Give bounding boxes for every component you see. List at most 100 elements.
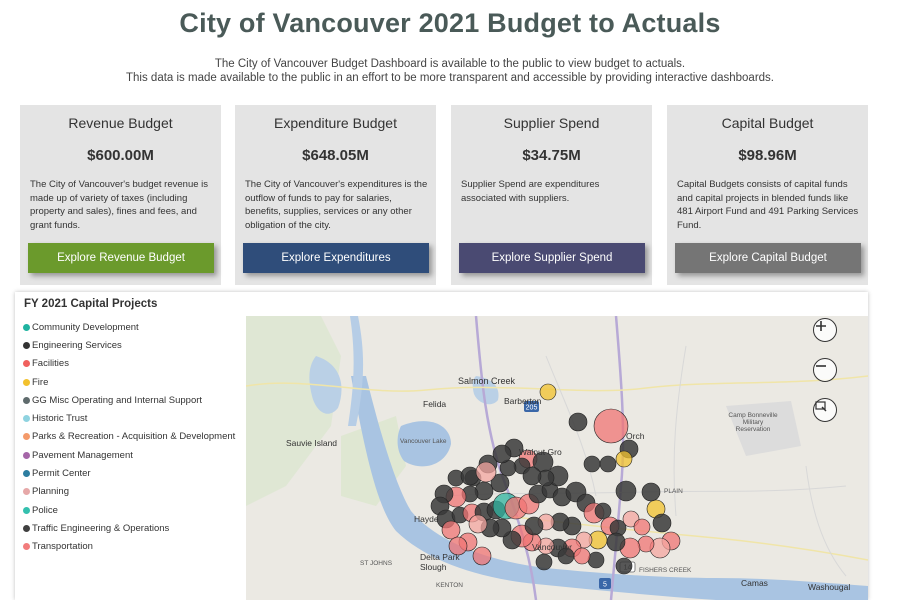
map-legend: Community Development Engineering Service… bbox=[23, 318, 248, 556]
explore-revenue-button[interactable]: Explore Revenue Budget bbox=[28, 243, 214, 273]
card-description: The City of Vancouver's expenditures is … bbox=[245, 179, 428, 231]
dashboard-page: City of Vancouver 2021 Budget to Actuals… bbox=[0, 0, 900, 600]
legend-dot-icon bbox=[23, 506, 30, 514]
legend-item[interactable]: Traffic Engineering & Operations bbox=[23, 519, 248, 537]
zoom-in-button[interactable] bbox=[813, 318, 837, 342]
project-bubble[interactable] bbox=[615, 557, 633, 575]
project-bubble[interactable] bbox=[594, 502, 612, 520]
legend-dot-icon bbox=[23, 396, 30, 404]
project-bubble[interactable] bbox=[468, 514, 488, 534]
subtitle-line-1: The City of Vancouver Budget Dashboard i… bbox=[214, 58, 686, 70]
place-salmon-creek: Salmon Creek bbox=[458, 376, 516, 386]
card-description: Capital Budgets consists of capital fund… bbox=[677, 179, 859, 231]
legend-dot-icon bbox=[23, 360, 30, 368]
legend-item[interactable]: Parks & Recreation - Acquisition & Devel… bbox=[23, 428, 248, 446]
legend-label: Pavement Management bbox=[32, 449, 133, 461]
project-bubble[interactable] bbox=[593, 408, 629, 444]
legend-item[interactable]: Community Development bbox=[23, 318, 248, 336]
capital-budget-card: Capital Budget $98.96M Capital Budgets c… bbox=[667, 105, 868, 285]
supplier-spend-card: Supplier Spend $34.75M Supplier Spend ar… bbox=[451, 105, 652, 285]
legend-item[interactable]: Fire bbox=[23, 373, 248, 391]
legend-label: Engineering Services bbox=[32, 339, 122, 351]
legend-item[interactable]: Permit Center bbox=[23, 464, 248, 482]
place-vancouver-lake: Vancouver Lake bbox=[400, 438, 447, 445]
project-bubble[interactable] bbox=[633, 518, 651, 536]
project-bubble[interactable] bbox=[472, 546, 492, 566]
place-delta-park: Delta Park Slough bbox=[420, 552, 460, 572]
place-hayden: Hayde bbox=[414, 514, 439, 524]
explore-supplier-spend-button[interactable]: Explore Supplier Spend bbox=[459, 243, 645, 273]
legend-label: Planning bbox=[32, 486, 69, 498]
page-subtitle: The City of Vancouver Budget Dashboard i… bbox=[0, 57, 900, 85]
legend-item[interactable]: Engineering Services bbox=[23, 336, 248, 354]
project-bubble[interactable] bbox=[568, 412, 588, 432]
subtitle-line-2: This data is made available to the publi… bbox=[126, 72, 774, 84]
legend-item[interactable]: Transportation bbox=[23, 538, 248, 556]
project-bubble[interactable] bbox=[652, 513, 672, 533]
legend-label: Parks & Recreation - Acquisition & Devel… bbox=[32, 431, 236, 443]
legend-dot-icon bbox=[23, 524, 30, 532]
card-title: Revenue Budget bbox=[68, 115, 173, 131]
legend-dot-icon bbox=[23, 470, 30, 478]
legend-label: Permit Center bbox=[32, 468, 91, 480]
legend-item[interactable]: Police bbox=[23, 501, 248, 519]
project-bubble[interactable] bbox=[615, 450, 633, 468]
map-basemap: 205 5 14 bbox=[246, 316, 868, 600]
place-plain: PLAIN bbox=[664, 488, 683, 495]
project-bubble[interactable] bbox=[637, 535, 655, 553]
card-description: The City of Vancouver's budget revenue i… bbox=[30, 179, 209, 231]
explore-expenditures-button[interactable]: Explore Expenditures bbox=[243, 243, 429, 273]
project-bubble[interactable] bbox=[441, 520, 461, 540]
legend-item[interactable]: Historic Trust bbox=[23, 409, 248, 427]
expenditure-budget-card: Expenditure Budget $648.05M The City of … bbox=[235, 105, 436, 285]
project-bubble[interactable] bbox=[524, 516, 544, 536]
budget-cards: Revenue Budget $600.00M The City of Vanc… bbox=[20, 105, 870, 285]
legend-dot-icon bbox=[23, 323, 30, 331]
project-bubble[interactable] bbox=[573, 547, 591, 565]
card-amount: $34.75M bbox=[522, 147, 581, 164]
project-bubble[interactable] bbox=[641, 482, 661, 502]
zoom-out-button[interactable] bbox=[813, 358, 837, 382]
project-bubble[interactable] bbox=[535, 553, 553, 571]
legend-item[interactable]: Pavement Management bbox=[23, 446, 248, 464]
card-title: Capital Budget bbox=[721, 115, 814, 131]
legend-dot-icon bbox=[23, 415, 30, 423]
place-camas: Camas bbox=[741, 578, 768, 588]
rectangle-select-button[interactable] bbox=[813, 398, 837, 422]
legend-label: Fire bbox=[32, 376, 49, 388]
place-fishers-creek: FISHERS CREEK bbox=[639, 567, 692, 574]
legend-item[interactable]: Facilities bbox=[23, 355, 248, 373]
card-amount: $600.00M bbox=[87, 147, 154, 164]
project-bubble[interactable] bbox=[475, 461, 497, 483]
revenue-budget-card: Revenue Budget $600.00M The City of Vanc… bbox=[20, 105, 221, 285]
place-sauvie-island: Sauvie Island bbox=[286, 438, 338, 448]
project-bubble[interactable] bbox=[606, 532, 626, 552]
card-amount: $648.05M bbox=[302, 147, 369, 164]
legend-dot-icon bbox=[23, 543, 30, 551]
legend-dot-icon bbox=[23, 378, 30, 386]
place-barberton: Barberton bbox=[504, 396, 542, 406]
minus-icon bbox=[816, 365, 826, 367]
legend-dot-icon bbox=[23, 451, 30, 459]
project-bubble[interactable] bbox=[587, 551, 605, 569]
project-bubble[interactable] bbox=[522, 466, 542, 486]
legend-item[interactable]: GG Misc Operating and Internal Support bbox=[23, 391, 248, 409]
card-title: Supplier Spend bbox=[503, 115, 600, 131]
card-amount: $98.96M bbox=[738, 147, 797, 164]
project-bubble[interactable] bbox=[492, 444, 512, 464]
explore-capital-budget-button[interactable]: Explore Capital Budget bbox=[675, 243, 861, 273]
project-bubble[interactable] bbox=[539, 383, 557, 401]
legend-label: Transportation bbox=[32, 541, 93, 553]
capital-projects-map[interactable]: 205 5 14 Salmon Creek Felida Barberton S… bbox=[246, 316, 868, 600]
legend-dot-icon bbox=[23, 488, 30, 496]
place-walnut-grove: Walnut Gro bbox=[519, 447, 562, 457]
plus-icon bbox=[816, 321, 826, 331]
page-title: City of Vancouver 2021 Budget to Actuals bbox=[179, 8, 721, 38]
project-bubble[interactable] bbox=[583, 455, 601, 473]
place-kenton: KENTON bbox=[436, 582, 463, 589]
legend-item[interactable]: Planning bbox=[23, 483, 248, 501]
rectangle-select-icon bbox=[815, 401, 827, 412]
project-bubble[interactable] bbox=[615, 480, 637, 502]
place-vancouver: Vancouver bbox=[532, 542, 573, 552]
project-bubble[interactable] bbox=[599, 455, 617, 473]
